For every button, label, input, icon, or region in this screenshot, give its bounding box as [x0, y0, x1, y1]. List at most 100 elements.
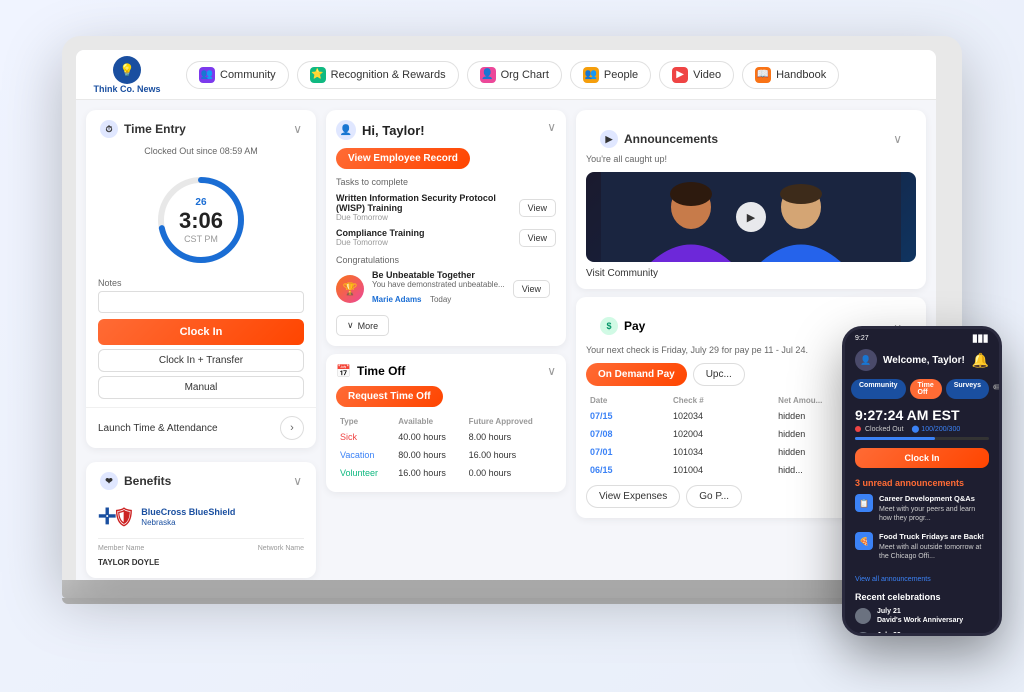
phone-status-bar: 9:27 ▊▊▊: [845, 329, 999, 345]
nav-recognition[interactable]: ⭐ Recognition & Rewards: [297, 61, 459, 89]
brand-name: Think Co. News: [93, 84, 160, 94]
left-column: ⏱ Time Entry ∨ Clocked Out since 08:59 A…: [86, 110, 316, 578]
benefits-header: ❤ Benefits ∨: [86, 462, 316, 496]
phone-tab-surveys[interactable]: Surveys: [946, 379, 989, 399]
phone-tab-time-off[interactable]: Time Off: [910, 379, 942, 399]
clock-number: 26: [179, 197, 223, 208]
phone-announcement-1: 📋 Career Development Q&As Meet with your…: [845, 490, 999, 528]
announcements-title: ▶ Announcements: [600, 130, 718, 148]
phone-ann-icon-2: 🍕: [855, 532, 873, 550]
time-off-table: Type Available Future Approved Sick 40.0…: [336, 415, 556, 482]
time-off-row-vacation: Vacation 80.00 hours 16.00 hours: [336, 446, 556, 464]
member-info: Member Name TAYLOR DOYLE Network Name: [98, 538, 304, 570]
bcbs-crosses: ✛ 🛡: [98, 504, 135, 530]
time-entry-chevron[interactable]: ∨: [293, 122, 302, 136]
time-off-card: 📅 Time Off ∨ Request Time Off Type: [326, 354, 566, 492]
pay-check-2: 102004: [669, 425, 774, 443]
available-vacation: 80.00 hours: [394, 446, 464, 464]
nav-community[interactable]: 👥 Community: [186, 61, 289, 89]
request-time-off-button[interactable]: Request Time Off: [336, 386, 443, 407]
time-off-row-volunteer: Volunteer 16.00 hours 0.00 hours: [336, 464, 556, 482]
task-2-view-button[interactable]: View: [519, 229, 556, 247]
red-shield: 🛡: [112, 507, 135, 528]
type-vacation: Vacation: [336, 446, 394, 464]
laptop-container: 💡 Think Co. News 👥 Community ⭐ Recogniti…: [62, 36, 962, 656]
phone-clocked-out: Clocked Out ⬤ 100/200/300: [855, 425, 989, 433]
view-employee-button[interactable]: View Employee Record: [336, 148, 470, 169]
view-expenses-button[interactable]: View Expenses: [586, 485, 680, 508]
go-button[interactable]: Go P...: [686, 485, 742, 508]
launch-ta-button[interactable]: ›: [280, 416, 304, 440]
notes-input[interactable]: [98, 291, 304, 313]
org-chart-icon: 👤: [480, 67, 496, 83]
celebration-text-2: July 22 Beck's Work Anniversary: [877, 631, 961, 633]
time-off-chevron[interactable]: ∨: [547, 364, 556, 378]
time-off-header: 📅 Time Off ∨: [336, 364, 556, 378]
task-1-view-button[interactable]: View: [519, 199, 556, 217]
congrats-info: Be Unbeatable Together You have demonstr…: [372, 270, 505, 307]
congrats-view-button[interactable]: View: [513, 280, 550, 298]
time-entry-card: ⏱ Time Entry ∨ Clocked Out since 08:59 A…: [86, 110, 316, 448]
celebration-avatar-2: [855, 632, 871, 633]
user-icon: 👤: [336, 120, 356, 140]
phone-progress: [855, 437, 989, 440]
recognition-icon: ⭐: [310, 67, 326, 83]
nav-people[interactable]: 👥 People: [570, 61, 651, 89]
nav-video[interactable]: ▶ Video: [659, 61, 734, 89]
clock-period: CST PM: [179, 234, 223, 244]
edit-icon: ✏: [993, 379, 999, 399]
phone-announcement-2: 🍕 Food Truck Fridays are Back! Meet with…: [845, 528, 999, 566]
benefits-chevron[interactable]: ∨: [293, 474, 302, 488]
task-item-2: Compliance Training Due Tomorrow View: [336, 228, 556, 247]
launch-ta-section: Launch Time & Attendance ›: [86, 407, 316, 448]
clocked-out-label: Clocked Out: [865, 426, 904, 433]
celebration-item-1: July 21 David's Work Anniversary: [845, 604, 999, 628]
nav-handbook[interactable]: 📖 Handbook: [742, 61, 839, 89]
phone-avatar: 👤: [855, 349, 877, 371]
hi-taylor-card: 👤 Hi, Taylor! ∨ View Employee Record Tas…: [326, 110, 566, 346]
more-button[interactable]: ∨ More: [336, 315, 389, 336]
phone-screen: 9:27 ▊▊▊ 👤 Welcome, Taylor! 🔔 Community …: [845, 329, 999, 633]
celebrations-label: Recent celebrations: [845, 588, 999, 604]
announcement-video-thumbnail[interactable]: ▶: [586, 172, 916, 262]
upcoming-button[interactable]: Upc...: [693, 363, 745, 386]
hi-taylor-chevron[interactable]: ∨: [547, 120, 556, 134]
task-2-info: Compliance Training Due Tomorrow: [336, 228, 425, 247]
community-icon: 👥: [199, 67, 215, 83]
top-nav: 💡 Think Co. News 👥 Community ⭐ Recogniti…: [76, 50, 936, 100]
chevron-down-icon: ∨: [347, 320, 354, 331]
type-sick: Sick: [336, 428, 394, 446]
congrats-label: Congratulations: [336, 255, 556, 265]
screen-content: 💡 Think Co. News 👥 Community ⭐ Recogniti…: [76, 50, 936, 580]
clock-in-button[interactable]: Clock In: [98, 319, 304, 345]
time-entry-title: ⏱ Time Entry: [100, 120, 186, 138]
future-sick: 8.00 hours: [465, 428, 556, 446]
announcements-chevron[interactable]: ∨: [893, 132, 902, 146]
phone-clock-area: 9:27:24 AM EST Clocked Out ⬤ 100/200/300…: [845, 403, 999, 476]
col-available: Available: [394, 415, 464, 428]
view-all-announcements-link[interactable]: View all announcements: [845, 566, 999, 588]
clock-time: 3:06: [179, 210, 223, 232]
manual-button[interactable]: Manual: [98, 376, 304, 399]
available-sick: 40.00 hours: [394, 428, 464, 446]
benefits-icon: ❤: [100, 472, 118, 490]
pay-title: $ Pay: [600, 317, 645, 335]
time-off-row-sick: Sick 40.00 hours 8.00 hours: [336, 428, 556, 446]
future-volunteer: 0.00 hours: [465, 464, 556, 482]
time-entry-header: ⏱ Time Entry ∨: [86, 110, 316, 144]
bcbs-logo: ✛ 🛡 BlueCross BlueShield Nebraska: [98, 504, 304, 530]
progress-bar: [855, 437, 989, 440]
phone-clock-time: 9:27:24 AM EST: [855, 407, 989, 423]
phone-clock-in-button[interactable]: Clock In: [855, 448, 989, 468]
visit-community-link[interactable]: Visit Community: [586, 268, 916, 279]
nav-org-chart[interactable]: 👤 Org Chart: [467, 61, 562, 89]
clock-in-transfer-button[interactable]: Clock In + Transfer: [98, 349, 304, 372]
phone-tab-community[interactable]: Community: [851, 379, 906, 399]
benefits-title: ❤ Benefits: [100, 472, 171, 490]
phone-welcome-text: Welcome, Taylor!: [883, 355, 965, 366]
pay-date-2: 07/08: [586, 425, 669, 443]
laptop-base: [62, 580, 962, 598]
on-demand-pay-button[interactable]: On Demand Pay: [586, 363, 687, 386]
main-content: ⏱ Time Entry ∨ Clocked Out since 08:59 A…: [76, 100, 936, 580]
play-button[interactable]: ▶: [736, 202, 766, 232]
